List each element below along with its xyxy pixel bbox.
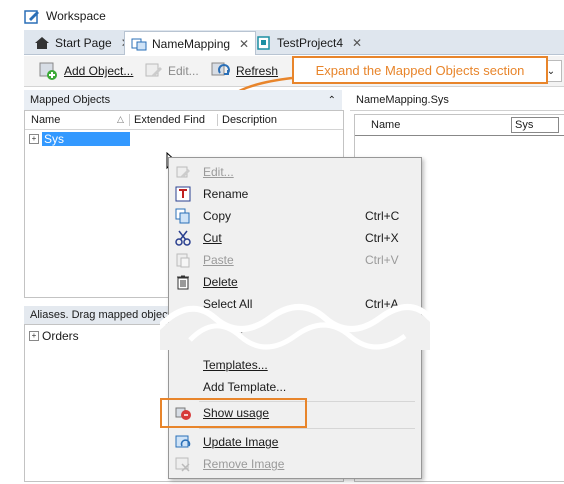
instruction-callout: Expand the Mapped Objects section <box>292 56 548 84</box>
menu-separator <box>199 428 415 429</box>
close-icon[interactable]: ✕ <box>352 36 362 50</box>
menu-item-remove-image[interactable]: Remove Image <box>169 453 421 475</box>
tab-start-page[interactable]: Start Page ✕ <box>28 32 137 53</box>
tab-label: TestProject4 <box>277 35 344 50</box>
copy-icon <box>175 208 190 224</box>
list-item[interactable]: + Orders <box>29 329 79 343</box>
collapse-icon[interactable]: ⌃ <box>328 95 336 106</box>
tab-namemapping[interactable]: NameMapping ✕ <box>124 31 257 55</box>
mapped-objects-header: Mapped Objects ⌃ <box>24 90 342 111</box>
column-header-name[interactable]: Name <box>371 119 400 131</box>
panel-title: Mapped Objects <box>30 94 111 106</box>
column-header-name[interactable]: Name <box>31 114 60 126</box>
menu-item-copy[interactable]: Copy Ctrl+C <box>169 205 421 227</box>
column-header-description[interactable]: Description <box>217 114 277 126</box>
menu-item-cut[interactable]: Cut Ctrl+X <box>169 227 421 249</box>
edit-icon <box>176 166 190 178</box>
document-tabs: Start Page ✕ NameMapping ✕ TestProject4 … <box>24 30 564 55</box>
panel-title: NameMapping.Sys <box>356 94 449 106</box>
tab-testproject4[interactable]: TestProject4 ✕ <box>250 32 368 53</box>
menu-item-rename[interactable]: Rename <box>169 183 421 205</box>
tab-label: Start Page <box>55 35 112 50</box>
table-row[interactable]: + Sys <box>29 131 130 147</box>
close-icon[interactable]: ✕ <box>239 37 249 51</box>
paste-icon <box>176 253 190 268</box>
highlight-box <box>160 398 307 428</box>
workspace-icon <box>24 10 39 24</box>
window-titlebar: Workspace <box>24 5 564 27</box>
sort-icon: △ <box>117 114 124 124</box>
window-title: Workspace <box>46 9 106 23</box>
row-name: Orders <box>42 329 79 343</box>
edit-button[interactable]: Edit... <box>144 61 199 81</box>
chevron-down-icon: ⌄ <box>546 65 556 77</box>
menu-item-paste[interactable]: Paste Ctrl+V <box>169 249 421 271</box>
scissors-icon <box>175 230 191 246</box>
expand-icon[interactable]: + <box>29 331 39 341</box>
grid-header: Name △ Extended Find Description <box>25 111 343 130</box>
project-icon <box>257 35 270 50</box>
menu-item-add-template[interactable]: Add Template... <box>169 376 421 398</box>
add-object-icon <box>39 62 57 80</box>
tab-label: NameMapping <box>152 36 231 51</box>
edit-icon <box>145 63 162 77</box>
rename-icon <box>175 186 191 202</box>
column-header-sys[interactable]: Sys <box>511 117 559 133</box>
row-name[interactable]: Sys <box>42 132 130 146</box>
update-image-icon <box>175 435 191 448</box>
menu-item-templates[interactable]: Templates... <box>169 354 421 376</box>
menu-item-update-image[interactable]: Update Image <box>169 431 421 453</box>
namemapping-icon <box>131 38 147 50</box>
remove-image-icon <box>175 457 190 472</box>
expand-icon[interactable]: + <box>29 134 39 144</box>
menu-item-delete[interactable]: Delete <box>169 271 421 293</box>
add-object-button[interactable]: Add Object... <box>38 61 133 81</box>
right-panel-header: NameMapping.Sys <box>350 90 564 111</box>
trash-icon <box>177 275 189 290</box>
house-icon <box>35 36 49 49</box>
menu-item-edit[interactable]: Edit... <box>169 161 421 183</box>
torn-edge-overlay <box>160 304 430 350</box>
grid-header: Name Sys <box>355 115 564 136</box>
column-header-extended-find[interactable]: Extended Find <box>129 114 205 126</box>
